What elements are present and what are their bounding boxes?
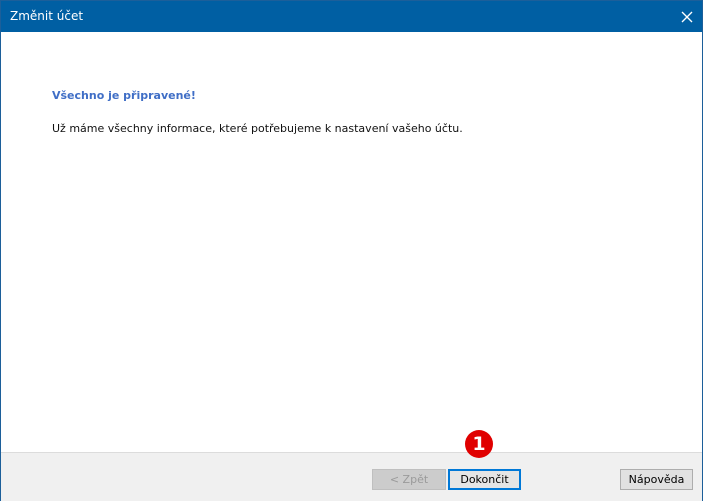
help-button[interactable]: Nápověda — [620, 469, 693, 490]
dialog-window: Změnit účet Všechno je připravené! Už má… — [0, 0, 703, 501]
title-bar[interactable]: Změnit účet — [1, 1, 702, 32]
ready-message: Už máme všechny informace, které potřebu… — [52, 122, 463, 135]
close-button[interactable] — [671, 1, 702, 32]
button-bar: < Zpět Dokončit Nápověda — [1, 452, 702, 501]
back-button: < Zpět — [372, 469, 446, 490]
ready-heading: Všechno je připravené! — [52, 89, 196, 102]
finish-button[interactable]: Dokončit — [448, 469, 521, 490]
content-area: Všechno je připravené! Už máme všechny i… — [1, 32, 702, 452]
close-icon — [681, 11, 692, 22]
step-number-badge: 1 — [465, 430, 493, 458]
window-title: Změnit účet — [10, 9, 84, 23]
